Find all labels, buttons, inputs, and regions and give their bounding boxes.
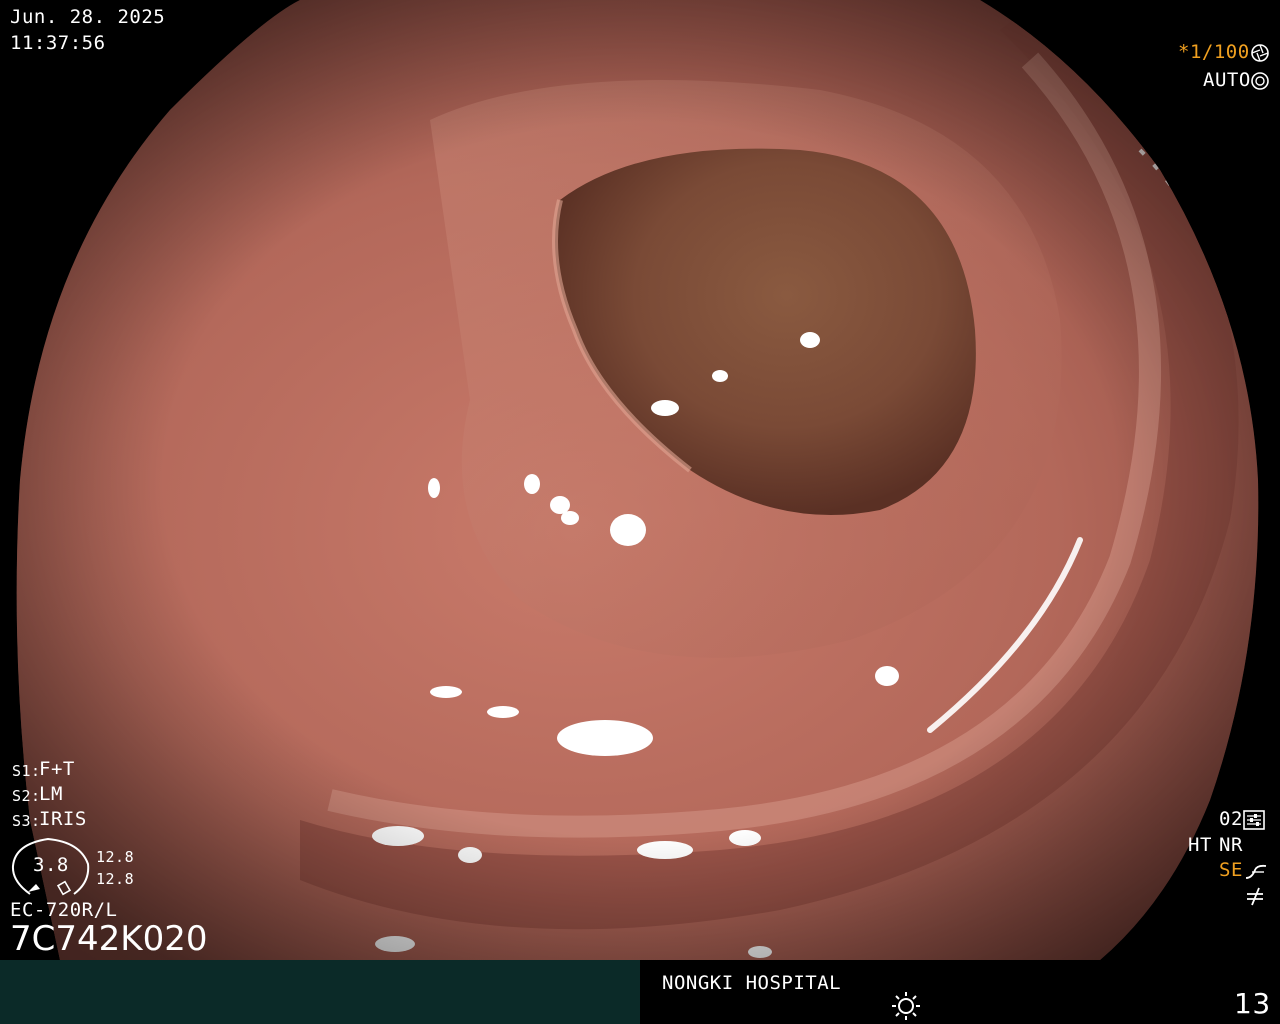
gauge-bottom-value: 12.8 [96,870,135,888]
device-serial: 7C742K020 [10,919,208,959]
sliders-icon [1243,810,1265,830]
date-label: Jun. 28. 2025 [10,6,166,28]
preset-s3-key: S3: [12,812,41,830]
device-model: EC-720R/L [10,899,118,921]
shutter-label: *1/100 [1178,41,1250,63]
not-equal-icon [1247,887,1263,906]
preset-s1-key: S1: [12,762,41,780]
preset-s2-value: LM [39,783,63,805]
curve-icon [1245,864,1267,879]
level-label: 02 [1219,808,1243,830]
auto-mode-label: AUTO [1203,69,1251,91]
gauge-value: 3.8 [33,854,69,876]
gauge-top-value: 12.8 [96,848,135,866]
preset-s2-key: S2: [12,787,41,805]
iris-icon [1251,72,1269,90]
sun-icon [892,992,920,1020]
endoscopy-image [0,0,1280,960]
preset-s1-value: F+T [39,758,75,780]
hospital-name: NONGKI HOSPITAL [662,972,842,994]
frame-number: 13 [1234,987,1271,1020]
se-label: SE [1219,859,1243,881]
aperture-icon [1251,44,1269,62]
ht-label: HT [1188,834,1212,856]
time-label: 11:37:56 [10,32,106,54]
nr-label: NR [1219,834,1243,856]
preset-s3-value: IRIS [39,808,87,830]
footer-left-bar [0,960,640,1024]
